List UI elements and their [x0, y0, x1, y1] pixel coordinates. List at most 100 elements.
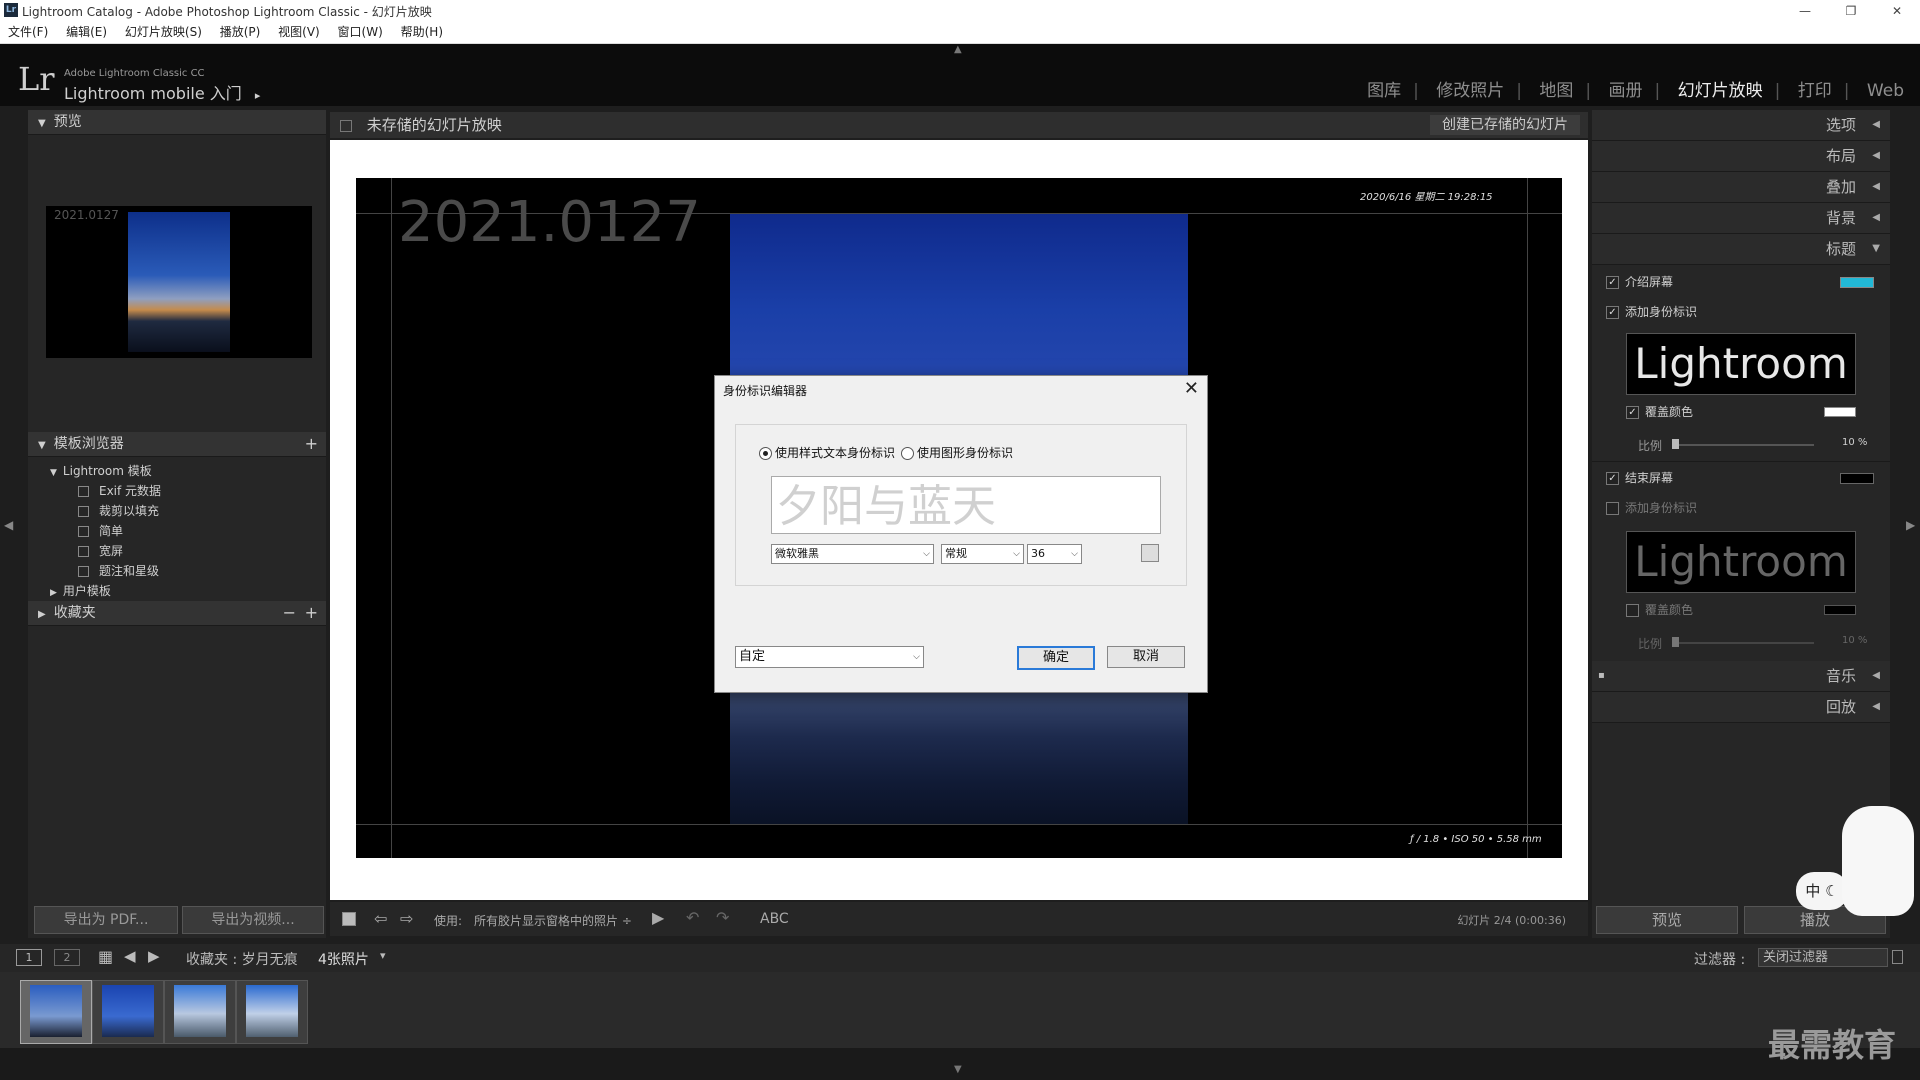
next-slide-icon[interactable]: ⇨	[400, 909, 413, 928]
export-video-button[interactable]: 导出为视频...	[182, 906, 324, 934]
module-map[interactable]: 地图	[1539, 81, 1573, 101]
tree-folder-lightroom-templates[interactable]: ▼ Lightroom 模板	[28, 461, 326, 481]
radio-styled-text[interactable]	[759, 447, 772, 460]
window-1-button[interactable]: 1	[16, 949, 42, 966]
override-color-swatch-2[interactable]	[1824, 605, 1856, 615]
filmstrip-thumbnail[interactable]	[92, 980, 164, 1044]
module-print[interactable]: 打印	[1798, 81, 1832, 101]
export-pdf-button[interactable]: 导出为 PDF...	[34, 906, 178, 934]
add-identity-checkbox-2[interactable]: ✓	[1606, 502, 1619, 515]
scale-slider-thumb-2[interactable]	[1672, 637, 1679, 647]
menu-window[interactable]: 窗口(W)	[338, 22, 383, 43]
collapse-top-icon[interactable]: ▲	[954, 44, 962, 55]
filmstrip-source[interactable]: 收藏夹 : 岁月无痕	[186, 949, 298, 969]
close-icon[interactable]: ✕	[1184, 378, 1199, 399]
override-color-checkbox-2[interactable]: ✓	[1626, 604, 1639, 617]
ime-indicator[interactable]: 中 ☾	[1796, 872, 1848, 910]
section-toggle-icon[interactable]: ▪	[1598, 661, 1605, 691]
section-music[interactable]: 音乐 ◀ ▪	[1592, 661, 1890, 692]
photo-count-dropdown-icon[interactable]: ▾	[380, 949, 386, 962]
menu-view[interactable]: 视图(V)	[278, 22, 320, 43]
scale-slider-track[interactable]	[1674, 444, 1814, 446]
restore-button[interactable]: ❐	[1828, 0, 1874, 22]
override-color-swatch[interactable]	[1824, 407, 1856, 417]
rotate-left-icon[interactable]: ↶	[686, 908, 699, 927]
grid-view-icon[interactable]: ▦	[98, 947, 113, 966]
stop-icon[interactable]	[342, 912, 356, 926]
slide-title-text[interactable]: 2021.0127	[398, 190, 701, 255]
graphic-option[interactable]: 使用图形身份标识	[901, 444, 1013, 461]
template-item[interactable]: 宽屏	[28, 541, 326, 561]
font-select[interactable]: 微软雅黑 ⌵	[771, 544, 934, 564]
scale-slider-track-2[interactable]	[1674, 642, 1814, 644]
rotate-right-icon[interactable]: ↷	[716, 908, 729, 927]
scale-slider-thumb[interactable]	[1672, 439, 1679, 449]
section-options[interactable]: 选项 ◀	[1592, 110, 1890, 141]
add-identity-row[interactable]: ✓ 添加身份标识	[1606, 303, 1697, 320]
back-arrow-icon[interactable]: ◀	[124, 947, 136, 965]
template-item[interactable]: 裁剪以填充	[28, 501, 326, 521]
section-overlays[interactable]: 叠加 ◀	[1592, 172, 1890, 203]
section-playback[interactable]: 回放 ◀	[1592, 692, 1890, 723]
preset-select[interactable]: 自定 ⌵	[735, 646, 924, 668]
create-saved-slideshow-button[interactable]: 创建已存储的幻灯片	[1430, 115, 1580, 135]
text-color-swatch[interactable]	[1141, 544, 1159, 562]
preview-panel-header[interactable]: ▼ 预览	[28, 110, 326, 135]
filter-lock-icon[interactable]	[1892, 950, 1903, 964]
add-collection-icon[interactable]: +	[305, 601, 318, 625]
menu-help[interactable]: 帮助(H)	[401, 22, 443, 43]
section-titles[interactable]: 标题 ▼	[1592, 234, 1890, 265]
override-color-checkbox[interactable]: ✓	[1626, 406, 1639, 419]
intro-screen-checkbox[interactable]: ✓	[1606, 276, 1619, 289]
add-identity-row-2[interactable]: ✓ 添加身份标识	[1606, 499, 1697, 516]
override-color-row[interactable]: ✓ 覆盖颜色	[1626, 403, 1693, 420]
play-icon[interactable]: ▶	[652, 908, 664, 927]
use-source-select[interactable]: 所有胶片显示窗格中的照片 ÷	[474, 912, 632, 929]
intro-color-swatch[interactable]	[1840, 277, 1874, 288]
identity-plate-preview[interactable]: Lightroom	[1626, 333, 1856, 395]
forward-arrow-icon[interactable]: ▶	[148, 947, 160, 965]
identity-plate-preview-2[interactable]: Lightroom	[1626, 531, 1856, 593]
style-select[interactable]: 常规 ⌵	[941, 544, 1024, 564]
styled-text-option[interactable]: 使用样式文本身份标识	[759, 444, 895, 461]
previous-slide-icon[interactable]: ⇦	[374, 909, 387, 928]
collections-header[interactable]: ▶ 收藏夹 − +	[28, 601, 326, 626]
template-browser-header[interactable]: ▼ 模板浏览器 +	[28, 432, 326, 457]
intro-screen-row[interactable]: ✓ 介绍屏幕	[1606, 273, 1673, 290]
module-book[interactable]: 画册	[1609, 81, 1643, 101]
menu-edit[interactable]: 编辑(E)	[66, 22, 107, 43]
filter-select[interactable]: 关闭过滤器	[1758, 948, 1888, 967]
module-library[interactable]: 图库	[1367, 81, 1401, 101]
module-slideshow[interactable]: 幻灯片放映	[1678, 81, 1763, 101]
size-select[interactable]: 36 ⌵	[1027, 544, 1082, 564]
section-backdrop[interactable]: 背景 ◀	[1592, 203, 1890, 234]
module-develop[interactable]: 修改照片	[1436, 81, 1504, 101]
template-item[interactable]: 简单	[28, 521, 326, 541]
end-screen-row[interactable]: ✓ 结束屏幕	[1606, 469, 1673, 486]
minimize-button[interactable]: —	[1782, 0, 1828, 22]
template-item[interactable]: 题注和星级	[28, 561, 326, 581]
collapse-bottom-icon[interactable]: ▼	[954, 1064, 962, 1075]
cancel-button[interactable]: 取消	[1107, 646, 1185, 668]
identity-text-input[interactable]: 夕阳与蓝天	[771, 476, 1161, 534]
module-web[interactable]: Web	[1867, 81, 1904, 101]
preview-button[interactable]: 预览	[1596, 906, 1738, 934]
override-color-row-2[interactable]: ✓ 覆盖颜色	[1626, 601, 1693, 618]
add-identity-checkbox[interactable]: ✓	[1606, 306, 1619, 319]
filmstrip-thumbnail[interactable]	[236, 980, 308, 1044]
close-window-button[interactable]: ✕	[1874, 0, 1920, 22]
menu-file[interactable]: 文件(F)	[8, 22, 48, 43]
collapse-left-icon[interactable]: ◀	[4, 518, 13, 532]
end-screen-checkbox[interactable]: ✓	[1606, 472, 1619, 485]
end-color-swatch[interactable]	[1840, 473, 1874, 484]
template-item[interactable]: Exif 元数据	[28, 481, 326, 501]
ok-button[interactable]: 确定	[1017, 646, 1095, 670]
window-2-button[interactable]: 2	[54, 949, 80, 966]
menu-play[interactable]: 播放(P)	[220, 22, 261, 43]
collapse-right-icon[interactable]: ▶	[1906, 518, 1915, 532]
filmstrip-thumbnail[interactable]	[164, 980, 236, 1044]
add-text-button[interactable]: ABC	[760, 911, 789, 927]
mobile-getting-started[interactable]: Lightroom mobile 入门 ▸	[64, 80, 260, 104]
section-layout[interactable]: 布局 ◀	[1592, 141, 1890, 172]
filmstrip-thumbnail[interactable]	[20, 980, 92, 1044]
